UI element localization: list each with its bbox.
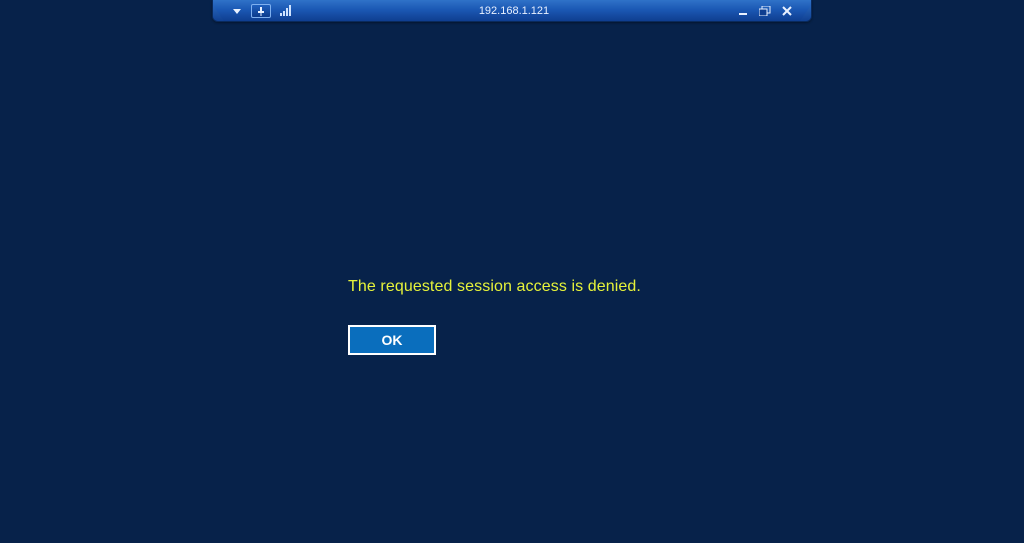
chevron-down-icon [232,6,242,16]
restore-button[interactable] [757,3,773,19]
ok-button[interactable]: OK [348,325,436,355]
rdp-connection-quality[interactable] [277,3,293,19]
close-button[interactable] [779,3,795,19]
minimize-icon [738,6,748,16]
minimize-button[interactable] [735,3,751,19]
remote-desktop-background: 192.168.1.121 The requested s [0,0,1024,543]
rdp-connection-bar: 192.168.1.121 [212,0,812,22]
close-icon [782,6,792,16]
rdp-pin-button[interactable] [251,4,271,18]
signal-bars-icon [280,5,291,16]
rdp-bar-left-controls [213,3,293,19]
error-message-text: The requested session access is denied. [348,278,641,296]
restore-icon [759,6,771,16]
pin-icon [256,6,266,16]
rdp-menu-button[interactable] [229,3,245,19]
rdp-bar-window-controls [735,3,811,19]
rdp-connection-title: 192.168.1.121 [293,5,735,17]
